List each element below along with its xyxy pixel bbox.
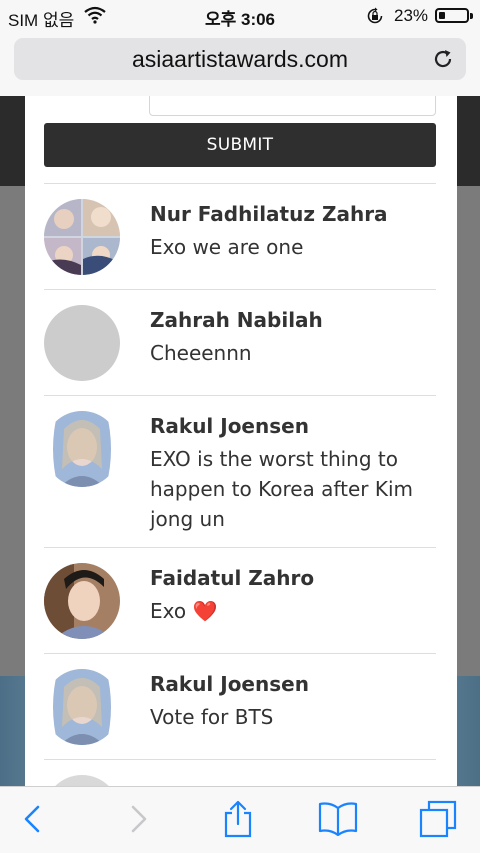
comment-item: Nur Fadhilatuz Zahra Exo we are one [44,183,436,290]
avatar [44,411,120,487]
rotation-lock-icon [367,7,383,24]
comment-item: Zahrah Nabilah Cheeennn [44,289,436,396]
comment-item: Rakul Joensen EXO is the worst thing to … [44,395,436,548]
partial-avatar [45,96,119,106]
commenter-name: Faidatul Zahro [150,566,315,590]
comment-text: Vote for BTS [150,705,274,729]
commenter-name: Nur Fadhilatuz Zahra [150,202,388,226]
submit-button[interactable]: SUBMIT [44,123,436,167]
comment-text: Cheeennn [150,341,252,365]
bookmarks-icon[interactable] [318,799,358,839]
back-icon[interactable] [14,799,54,839]
browser-header: asiaartistawards.com [0,32,480,96]
avatar [44,669,120,745]
battery-icon [435,8,473,23]
commenter-name: Rakul Joensen [150,414,309,438]
comment-text: Exo we are one [150,235,304,259]
avatar [44,775,120,786]
battery-percent: 23% [394,6,429,25]
comment-item: Rakul Joensen Vote for BTS [44,653,436,760]
comment-text: Exo ❤️ [150,599,218,623]
comment-text: EXO is the worst thing to happen to Kore… [150,447,413,531]
commenter-name: Zahrah Nabilah [150,308,323,332]
comment-item: Faidatul Zahro Exo ❤️ [44,547,436,654]
forward-icon[interactable] [117,799,157,839]
comment-input[interactable] [149,96,436,116]
heart-emoji: ❤️ [192,599,218,623]
tabs-icon[interactable] [418,799,458,839]
comments-modal: SUBMIT Nur Fadhilatuz Zahra Exo we are o… [25,96,457,786]
commenter-name: Rakul Joensen [150,672,309,696]
comment-item [44,759,436,786]
address-bar[interactable]: asiaartistawards.com [14,38,466,80]
battery-fill [439,12,445,19]
reload-icon[interactable] [432,48,454,70]
avatar [44,563,120,639]
status-bar: SIM 없음 오후 3:06 23% [0,0,480,32]
browser-toolbar [0,786,480,853]
url-text: asiaartistawards.com [131,46,349,72]
avatar [44,199,120,275]
share-icon[interactable] [218,799,258,839]
avatar [44,305,120,381]
